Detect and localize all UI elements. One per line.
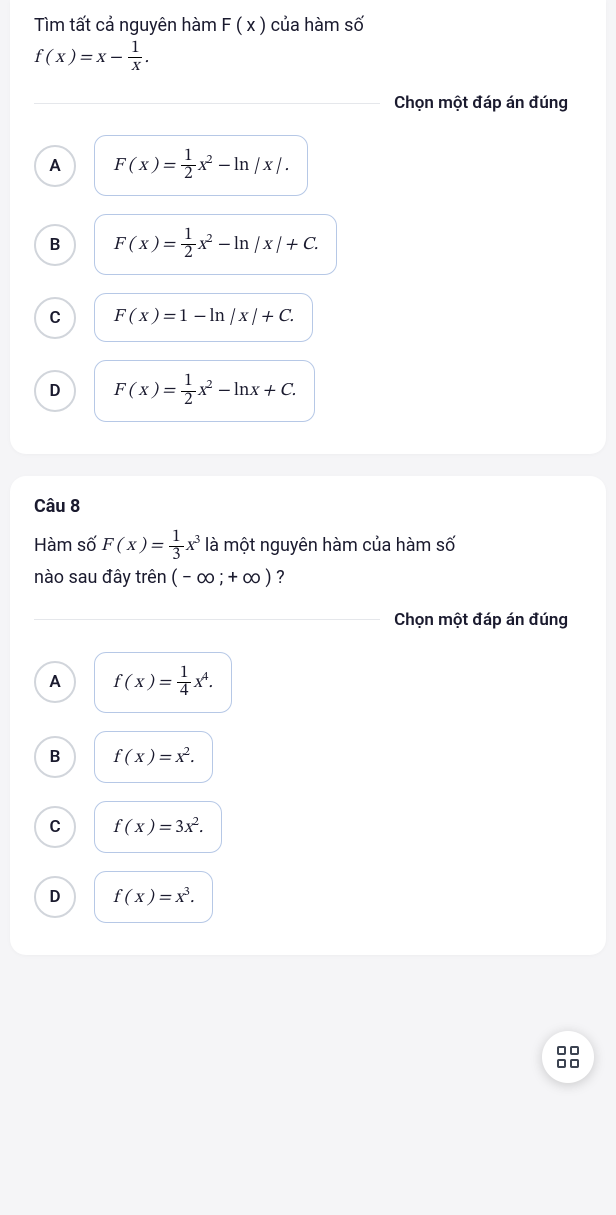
option-radio-b[interactable]: B: [34, 736, 76, 778]
option-formula-a: f ( x ) = 14x4.: [113, 665, 213, 700]
question-line-2: nào sau đây trên ( − ∞ ; + ∞ ) ?: [34, 567, 285, 588]
option-box-d: f ( x ) = x3.: [94, 871, 213, 923]
option-box-c: F ( x ) = 1 − ln | x | + C.: [94, 293, 313, 342]
question-formula: F ( x ) = 13x3: [101, 537, 201, 555]
option-a[interactable]: A F ( x ) = 12x2 − ln | x | .: [34, 135, 582, 196]
question-card-8: Câu 8 Hàm số F ( x ) = 13x3 là một nguyê…: [10, 476, 606, 955]
option-box-a: F ( x ) = 12x2 − ln | x | .: [94, 135, 308, 196]
divider: [34, 103, 380, 104]
option-radio-d[interactable]: D: [34, 370, 76, 412]
question-number: Câu 8: [34, 496, 582, 517]
instruction-row: Chọn một đáp án đúng: [34, 93, 582, 113]
question-prefix: Hàm số: [34, 534, 101, 555]
divider: [34, 619, 380, 620]
question-formula: f ( x ) = x − 1x.: [34, 49, 149, 67]
option-box-c: f ( x ) = 3x2.: [94, 801, 222, 853]
option-b[interactable]: B f ( x ) = x2.: [34, 731, 582, 783]
option-radio-c[interactable]: C: [34, 297, 76, 339]
question-card-7: Tìm tất cả nguyên hàm F ( x ) của hàm số…: [10, 0, 606, 454]
option-formula-a: F ( x ) = 12x2 − ln | x | .: [113, 148, 289, 183]
option-radio-b[interactable]: B: [34, 224, 76, 266]
option-radio-a[interactable]: A: [34, 145, 76, 187]
option-b[interactable]: B F ( x ) = 12x2 − ln | x | + C.: [34, 214, 582, 275]
question-text: Hàm số F ( x ) = 13x3 là một nguyên hàm …: [34, 529, 582, 592]
option-formula-c: f ( x ) = 3x2.: [113, 814, 203, 840]
option-a[interactable]: A f ( x ) = 14x4.: [34, 652, 582, 713]
instruction-text: Chọn một đáp án đúng: [380, 93, 582, 113]
option-formula-d: f ( x ) = x3.: [113, 884, 194, 910]
question-tail: là một nguyên hàm của hàm số: [205, 534, 455, 555]
option-formula-c: F ( x ) = 1 − ln | x | + C.: [113, 306, 294, 329]
option-formula-b: f ( x ) = x2.: [113, 744, 194, 770]
grid-icon: [557, 1046, 579, 1068]
option-d[interactable]: D F ( x ) = 12x2 − lnx + C.: [34, 360, 582, 421]
option-box-a: f ( x ) = 14x4.: [94, 652, 232, 713]
option-formula-b: F ( x ) = 12x2 − ln | x | + C.: [113, 227, 318, 262]
instruction-text: Chọn một đáp án đúng: [380, 610, 582, 630]
option-radio-c[interactable]: C: [34, 806, 76, 848]
option-radio-d[interactable]: D: [34, 876, 76, 918]
option-radio-a[interactable]: A: [34, 661, 76, 703]
instruction-row: Chọn một đáp án đúng: [34, 610, 582, 630]
question-line-1: Tìm tất cả nguyên hàm F ( x ) của hàm số: [34, 15, 364, 36]
option-formula-d: F ( x ) = 12x2 − lnx + C.: [113, 373, 296, 408]
grid-view-button[interactable]: [542, 1031, 594, 1083]
option-box-b: F ( x ) = 12x2 − ln | x | + C.: [94, 214, 337, 275]
option-box-d: F ( x ) = 12x2 − lnx + C.: [94, 360, 315, 421]
option-box-b: f ( x ) = x2.: [94, 731, 213, 783]
question-text: Tìm tất cả nguyên hàm F ( x ) của hàm số…: [34, 12, 582, 75]
option-c[interactable]: C F ( x ) = 1 − ln | x | + C.: [34, 293, 582, 342]
option-d[interactable]: D f ( x ) = x3.: [34, 871, 582, 923]
option-c[interactable]: C f ( x ) = 3x2.: [34, 801, 582, 853]
